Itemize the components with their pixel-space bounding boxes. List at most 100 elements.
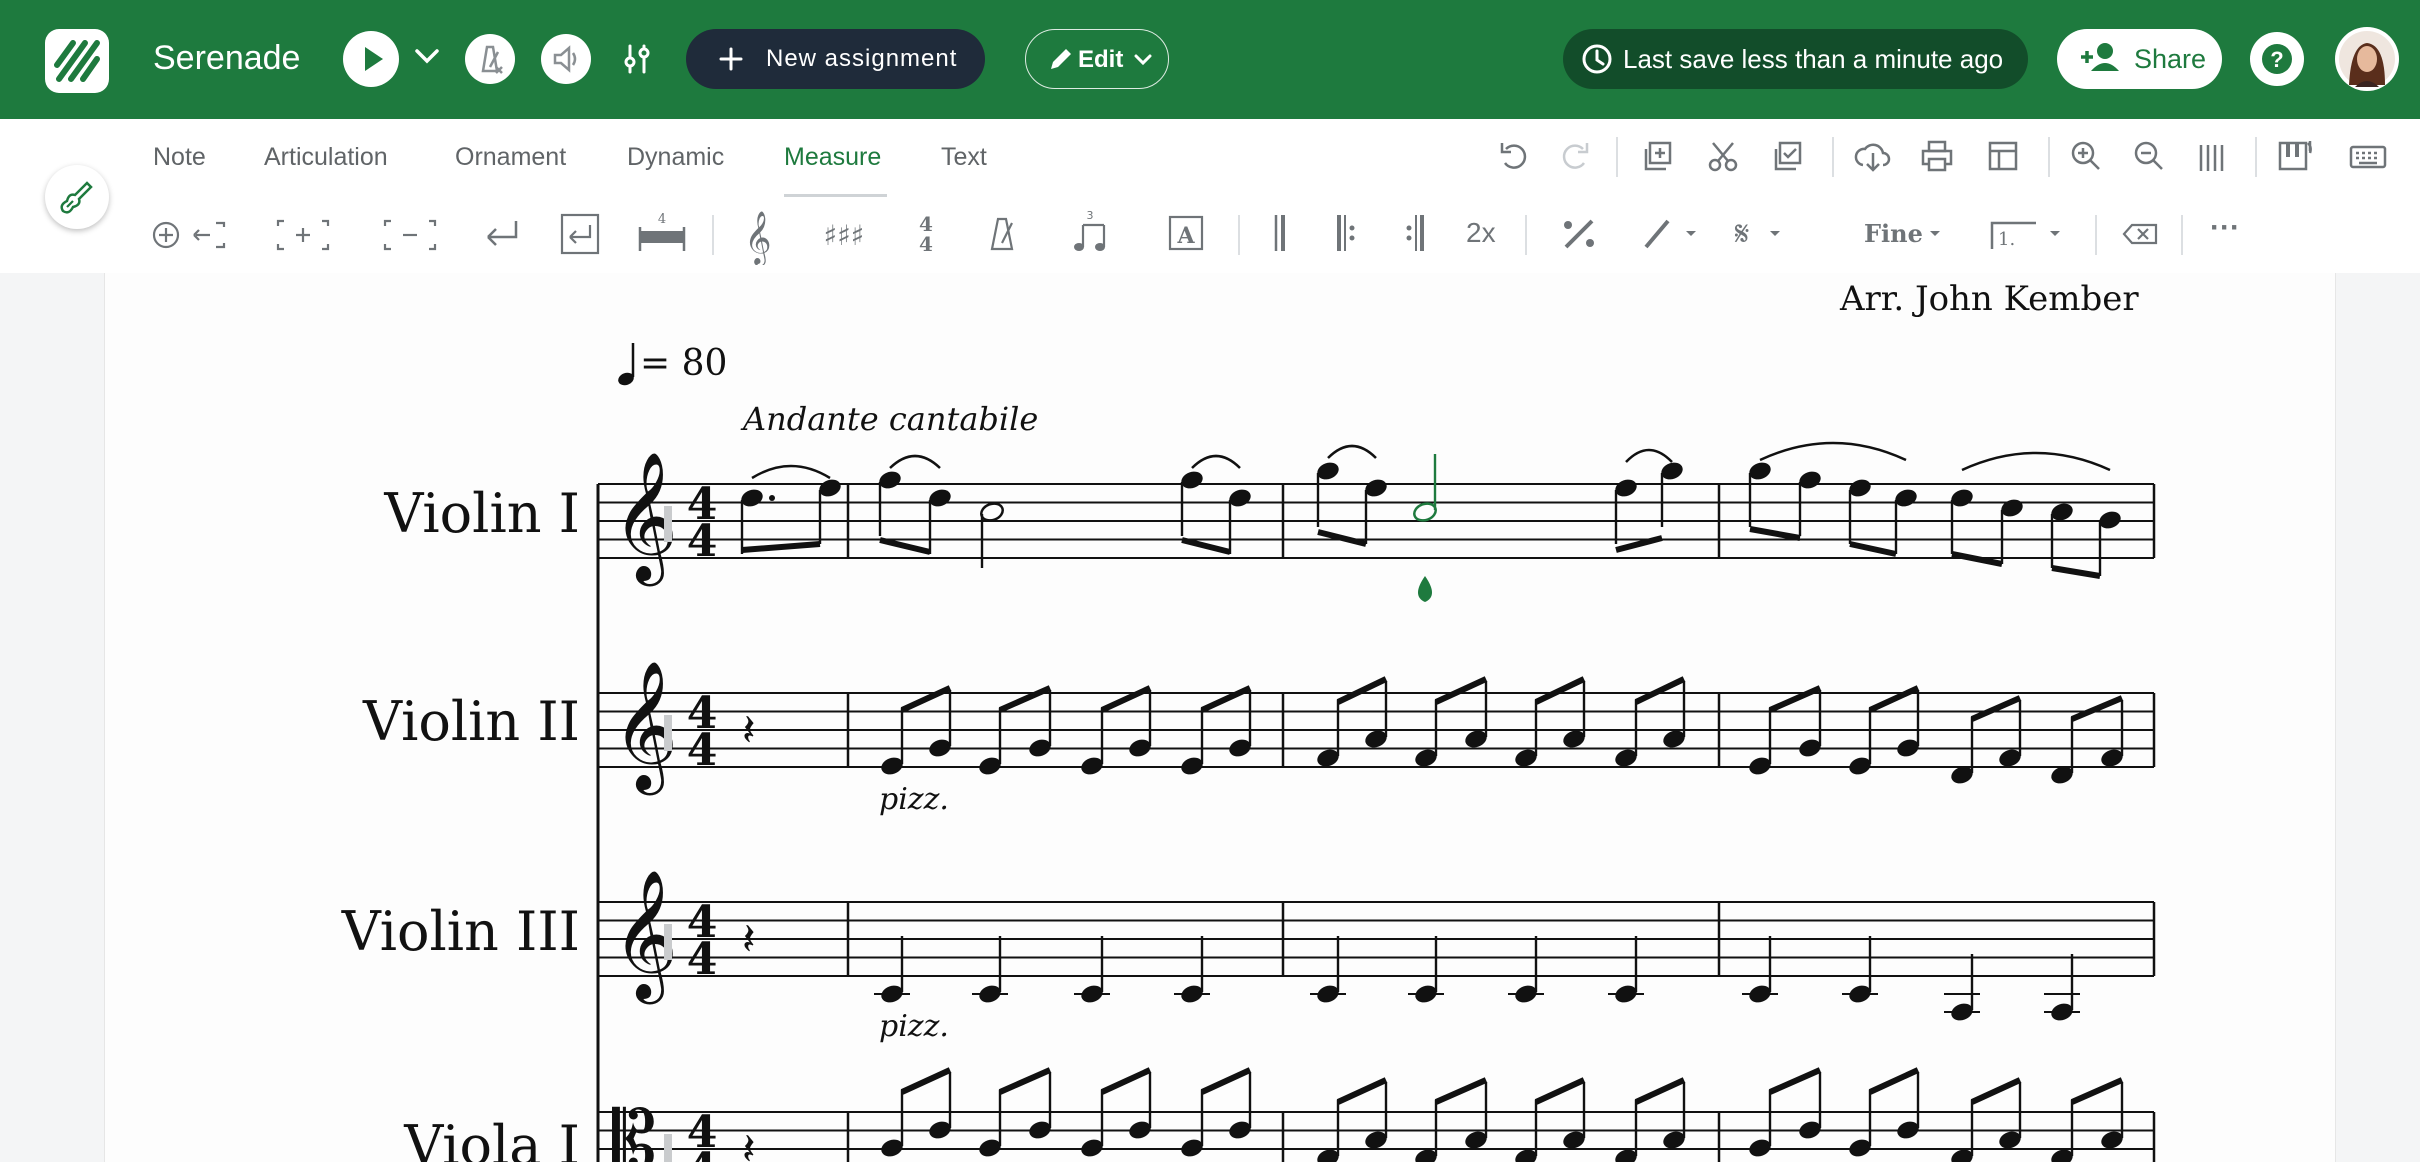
staff-marker bbox=[664, 924, 672, 960]
note[interactable] bbox=[1613, 477, 1639, 544]
beam bbox=[1634, 676, 1686, 705]
staff-marker bbox=[664, 506, 672, 542]
note[interactable] bbox=[1079, 708, 1105, 777]
note[interactable] bbox=[1079, 1090, 1105, 1159]
slur bbox=[1759, 441, 1907, 462]
time-signature-bottom: 4 bbox=[687, 934, 718, 985]
beam bbox=[2070, 1077, 2124, 1105]
beam bbox=[1336, 1077, 1388, 1105]
note[interactable] bbox=[1997, 700, 2023, 769]
slur bbox=[1625, 448, 1673, 463]
note[interactable] bbox=[1179, 708, 1205, 777]
beam bbox=[998, 1067, 1052, 1095]
note[interactable] bbox=[1847, 708, 1873, 777]
note-input-cursor-icon[interactable] bbox=[1418, 576, 1432, 602]
note[interactable] bbox=[1513, 700, 1539, 769]
quarter-rest[interactable]: 𝄽 bbox=[742, 705, 755, 756]
note[interactable] bbox=[1463, 681, 1489, 750]
beam bbox=[1634, 1077, 1686, 1105]
beam bbox=[1200, 685, 1252, 713]
beam bbox=[1768, 1067, 1822, 1095]
beam bbox=[2051, 565, 2101, 579]
beam bbox=[998, 685, 1052, 713]
note[interactable] bbox=[1315, 460, 1341, 527]
note[interactable] bbox=[1747, 460, 1773, 527]
note[interactable] bbox=[879, 708, 905, 777]
note[interactable] bbox=[1027, 690, 1053, 759]
note[interactable] bbox=[1179, 1090, 1205, 1159]
note[interactable] bbox=[2097, 509, 2123, 576]
beam bbox=[1534, 1077, 1586, 1105]
beam bbox=[2070, 695, 2124, 722]
beam bbox=[1749, 526, 1801, 541]
beam bbox=[1100, 685, 1152, 713]
beam bbox=[1768, 685, 1822, 713]
time-signature-bottom: 4 bbox=[687, 725, 718, 776]
note[interactable] bbox=[1747, 1090, 1773, 1159]
beam bbox=[1181, 537, 1231, 555]
slur bbox=[1961, 451, 2111, 472]
note[interactable] bbox=[1949, 717, 1975, 786]
note[interactable] bbox=[1659, 460, 1685, 527]
note[interactable] bbox=[1747, 708, 1773, 777]
beam bbox=[1317, 529, 1367, 547]
note[interactable] bbox=[1997, 1082, 2023, 1151]
slur bbox=[889, 454, 941, 469]
note[interactable] bbox=[1027, 1072, 1053, 1141]
slur bbox=[751, 464, 831, 480]
note[interactable] bbox=[927, 1072, 953, 1141]
beam bbox=[741, 541, 821, 553]
note[interactable] bbox=[2099, 700, 2125, 769]
note[interactable] bbox=[1797, 690, 1823, 759]
note[interactable] bbox=[1561, 1082, 1587, 1151]
beam bbox=[1970, 695, 2022, 722]
staff-marker bbox=[664, 1134, 672, 1162]
beam bbox=[900, 685, 952, 713]
note[interactable] bbox=[2099, 1082, 2125, 1151]
note[interactable] bbox=[1847, 477, 1873, 544]
note[interactable] bbox=[1413, 700, 1439, 769]
beam bbox=[1534, 676, 1586, 705]
note[interactable] bbox=[1463, 1082, 1489, 1151]
note[interactable] bbox=[1847, 1090, 1873, 1159]
beam bbox=[879, 537, 931, 555]
note[interactable] bbox=[1127, 1072, 1153, 1141]
music-score[interactable]: 𝄞44𝄞44𝄞44𝄡44 𝄽𝄽𝄽 bbox=[0, 0, 2420, 1162]
note[interactable] bbox=[1315, 700, 1341, 769]
beam bbox=[1200, 1067, 1252, 1095]
slur bbox=[1191, 454, 1241, 469]
dot bbox=[769, 495, 775, 501]
beam bbox=[1868, 1067, 1920, 1095]
note[interactable] bbox=[817, 477, 843, 544]
note[interactable] bbox=[1412, 454, 1438, 523]
note[interactable] bbox=[1613, 700, 1639, 769]
time-signature-bottom: 4 bbox=[687, 516, 718, 567]
note[interactable] bbox=[1895, 1072, 1921, 1141]
note[interactable] bbox=[1227, 690, 1253, 759]
note[interactable] bbox=[879, 1090, 905, 1159]
staff-system: 𝄞44𝄞44𝄞44𝄡44 bbox=[596, 451, 2156, 1162]
beam bbox=[1434, 1077, 1488, 1105]
beam bbox=[1868, 685, 1920, 713]
note[interactable] bbox=[927, 690, 953, 759]
note[interactable] bbox=[1895, 690, 1921, 759]
note[interactable] bbox=[1661, 1082, 1687, 1151]
note[interactable] bbox=[1363, 477, 1389, 544]
note[interactable] bbox=[1999, 497, 2025, 564]
note[interactable] bbox=[1363, 1082, 1389, 1151]
app-window: Serenade New assignment Edit Last save l… bbox=[0, 0, 2420, 1162]
alto-clef: 𝄡 bbox=[612, 1094, 657, 1162]
beam bbox=[1336, 676, 1388, 705]
quarter-rest[interactable]: 𝄽 bbox=[742, 1124, 755, 1162]
note[interactable] bbox=[1127, 690, 1153, 759]
slur bbox=[1327, 444, 1377, 459]
beam bbox=[1434, 676, 1488, 705]
note[interactable] bbox=[977, 1090, 1003, 1159]
note[interactable] bbox=[977, 708, 1003, 777]
note[interactable] bbox=[1227, 1072, 1253, 1141]
staff-marker bbox=[664, 715, 672, 751]
note[interactable] bbox=[2049, 717, 2075, 786]
note[interactable] bbox=[1797, 1072, 1823, 1141]
quarter-rest[interactable]: 𝄽 bbox=[742, 914, 755, 965]
notes-layer[interactable]: 𝄽 𝄽 𝄽 bbox=[739, 441, 2125, 1162]
